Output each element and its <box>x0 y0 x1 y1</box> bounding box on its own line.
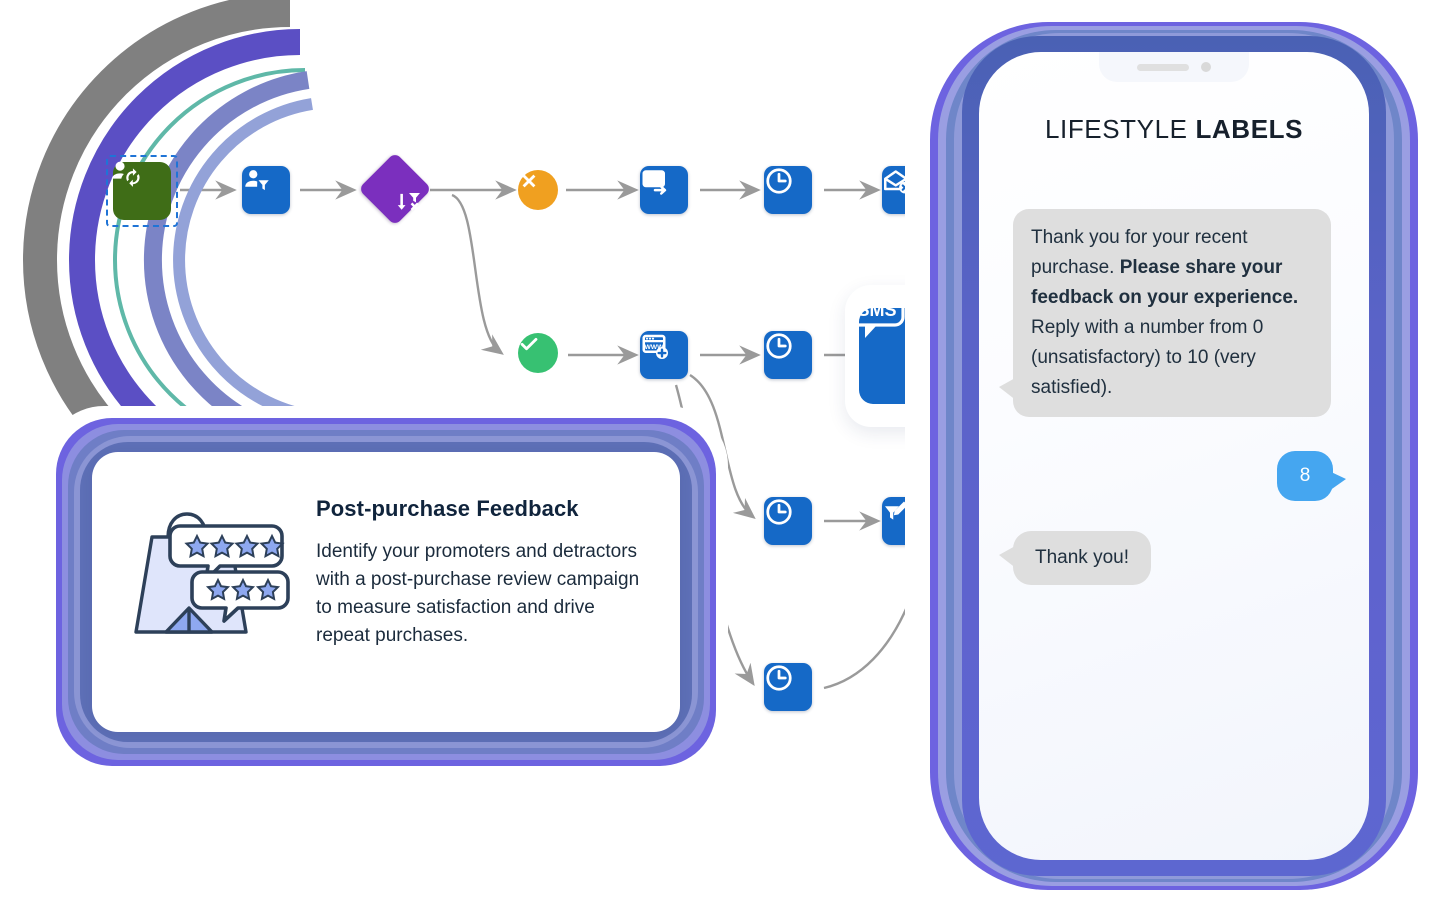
front-camera-icon <box>1201 62 1211 72</box>
workflow-node-send-email[interactable] <box>640 166 688 214</box>
speaker-grille-icon <box>1137 63 1189 71</box>
cross-circle-icon <box>522 174 536 188</box>
brand-name-light: LIFESTYLE <box>1044 114 1188 144</box>
clock-icon <box>766 665 792 691</box>
clock-icon <box>766 168 792 194</box>
workflow-node-wait-2[interactable] <box>764 331 812 379</box>
workflow-node-contact-filter[interactable] <box>242 166 290 214</box>
feature-card-text-block: Post-purchase Feedback Identify your pro… <box>316 478 650 650</box>
sms-bubble-icon: SMS <box>849 291 905 338</box>
workflow-node-yes-branch[interactable] <box>518 333 558 373</box>
web-page-add-icon: WWW <box>642 334 668 359</box>
split-decision-icon <box>397 192 420 211</box>
workflow-node-wait-3[interactable] <box>764 497 812 545</box>
message-row-outgoing: 8 <box>1003 451 1346 501</box>
message-row-incoming-2: Thank you! <box>999 531 1345 585</box>
phone-screen[interactable]: LIFESTYLE LABELS Thank you for your rece… <box>979 52 1369 860</box>
feature-card-title: Post-purchase Feedback <box>316 496 579 521</box>
workflow-node-wait-4[interactable] <box>764 663 812 711</box>
clock-icon <box>766 333 792 359</box>
message-segment-plain-2: Reply with a number from 0 (unsatisfacto… <box>1031 317 1264 398</box>
brand-name-bold: LABELS <box>1195 114 1304 144</box>
clock-icon <box>766 499 792 525</box>
contact-filter-icon <box>245 170 269 191</box>
svg-text:SMS: SMS <box>857 300 896 320</box>
sms-brand-header: LIFESTYLE LABELS <box>979 114 1369 145</box>
workflow-node-wait-1[interactable] <box>764 166 812 214</box>
message-bubble-outgoing: 8 <box>1277 451 1346 501</box>
contact-sync-icon <box>111 161 140 187</box>
phone-notch <box>1099 52 1249 82</box>
message-bubble-incoming-2: Thank you! <box>999 531 1151 585</box>
email-send-icon <box>642 170 667 195</box>
message-bubble-incoming-1: Thank you for your recent purchase. Plea… <box>999 209 1331 417</box>
check-circle-icon <box>520 337 538 351</box>
workflow-node-landing-page[interactable]: WWW <box>640 331 688 379</box>
feature-card-description: Identify your promoters and detractors w… <box>316 541 640 646</box>
workflow-node-no-branch[interactable] <box>518 170 558 210</box>
contact-sync-tile <box>111 161 171 220</box>
workflow-node-contact-sync[interactable] <box>106 155 178 227</box>
shopping-bag-reviews-icon <box>134 512 290 634</box>
illustration-stage: WWW SMS Post-purchase Feedback Identify … <box>0 0 1440 920</box>
feature-card[interactable]: Post-purchase Feedback Identify your pro… <box>92 452 680 732</box>
feature-card-illustration <box>122 478 292 655</box>
sms-conversation[interactable]: Thank you for your recent purchase. Plea… <box>979 145 1369 585</box>
